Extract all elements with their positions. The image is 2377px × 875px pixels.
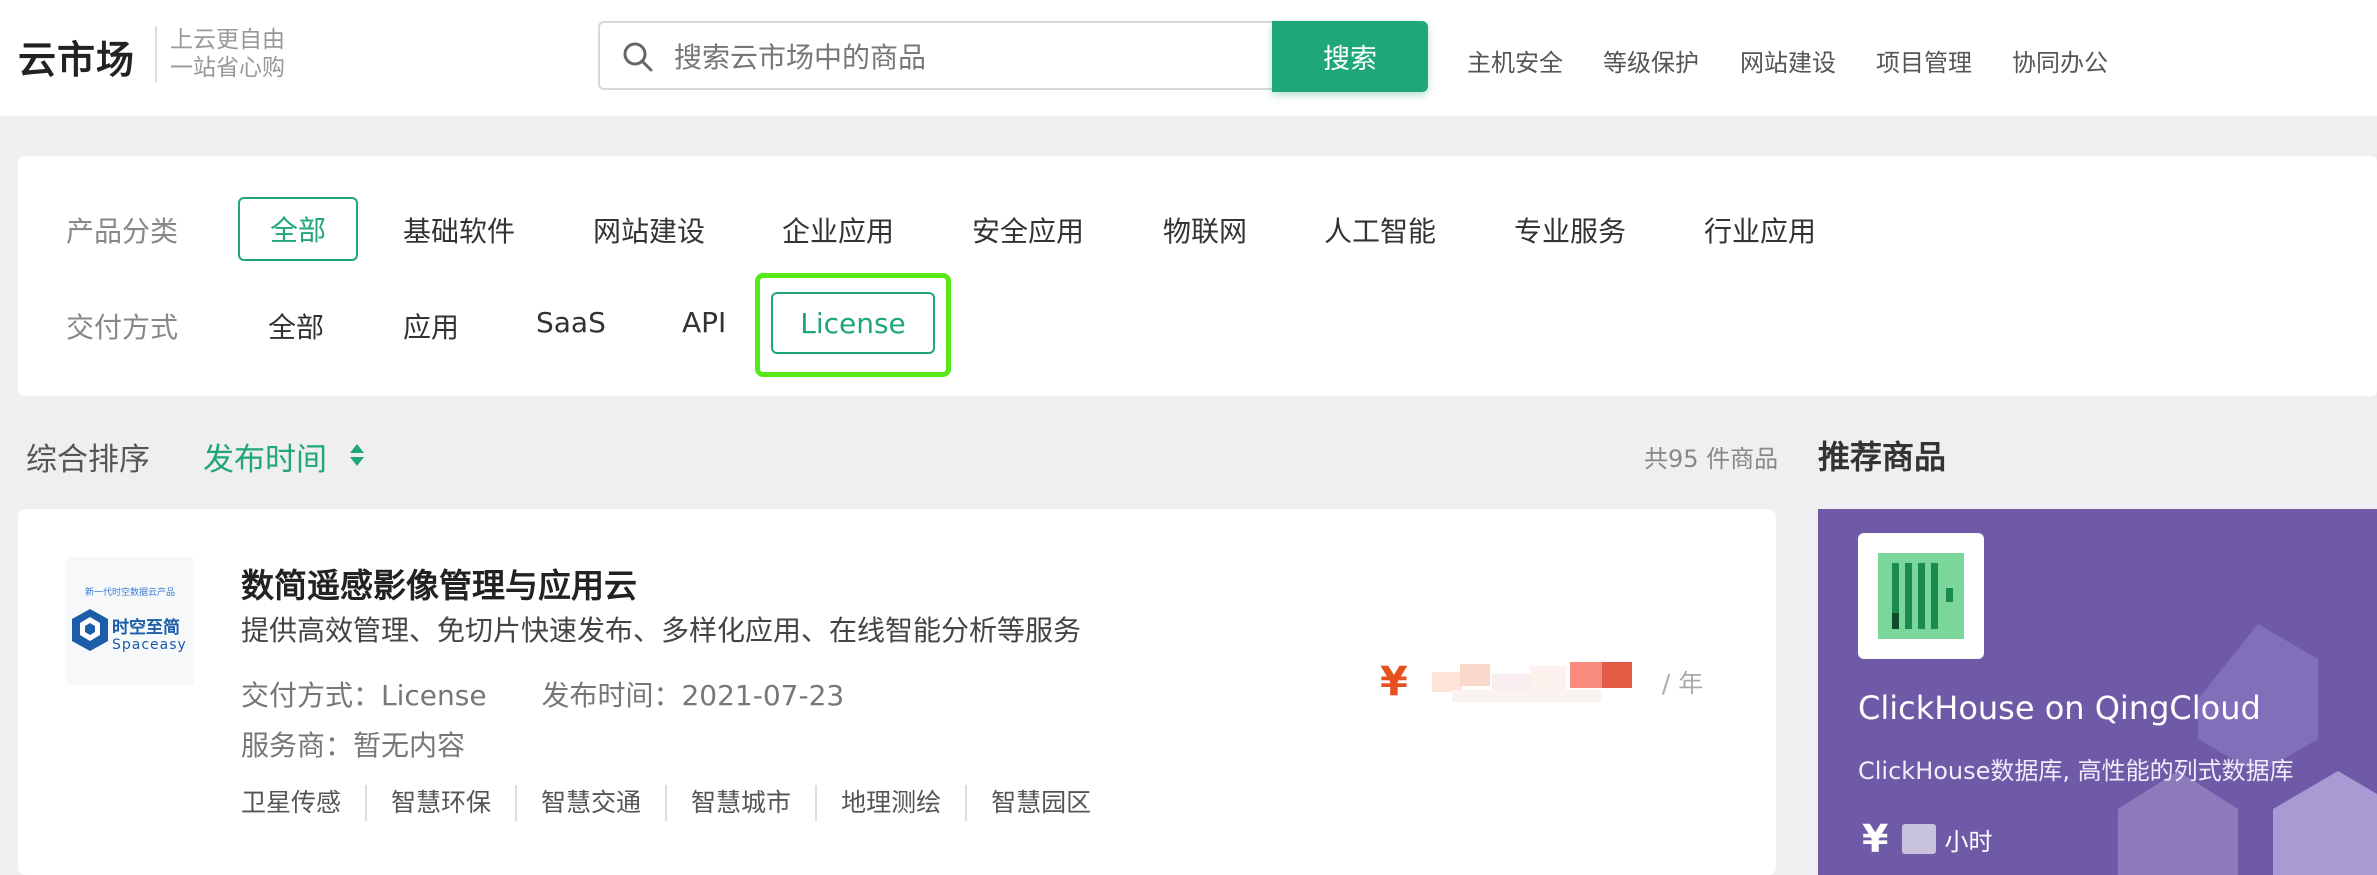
nav-link-website-building[interactable]: 网站建设 (1740, 43, 1836, 78)
tag-item[interactable]: 卫星传感 (241, 785, 365, 821)
category-ai[interactable]: 人工智能 (1324, 210, 1436, 250)
nav-link-level-protection[interactable]: 等级保护 (1603, 43, 1699, 78)
recommend-card[interactable]: ClickHouse on QingCloud ClickHouse数据库, 高… (1818, 509, 2377, 875)
vendor: 服务商：暂无内容 (241, 729, 466, 762)
category-iot[interactable]: 物联网 (1163, 210, 1247, 250)
search-icon (623, 42, 653, 72)
clickhouse-logo[interactable] (1858, 533, 1984, 659)
price-blurred-value (1422, 660, 1648, 704)
product-description: 提供高效管理、免切片快速发布、多样化应用、在线智能分析等服务 (241, 614, 1082, 647)
site-logo[interactable]: 云市场 (18, 29, 135, 84)
tag-item[interactable]: 智慧城市 (665, 785, 815, 821)
price-currency: ¥ (1380, 659, 1408, 705)
nav-link-collaboration[interactable]: 协同办公 (2012, 43, 2108, 78)
license-highlight-outline (755, 273, 951, 377)
tag-item[interactable]: 智慧环保 (365, 785, 515, 821)
sort-toggle-icon[interactable] (348, 441, 366, 469)
nav-link-host-security[interactable]: 主机安全 (1467, 43, 1563, 78)
category-label: 产品分类 (66, 215, 179, 248)
slogan-line-2: 一站省心购 (170, 55, 285, 81)
delivery-method: 交付方式：License (241, 679, 487, 712)
top-header: 云市场 上云更自由 一站省心购 搜索 主机安全 等级保护 网站建设 项目管理 协… (0, 0, 2377, 116)
search-box (598, 21, 1274, 90)
product-meta-row: 交付方式：License 发布时间：2021-07-23 (241, 674, 844, 714)
cube-logo-icon (72, 609, 108, 651)
logo-brand-cn: 时空至简 (112, 618, 180, 638)
recommend-price-unit: 小时 (1944, 827, 1993, 856)
product-title[interactable]: 数简遥感影像管理与应用云 (241, 559, 637, 607)
sort-default[interactable]: 综合排序 (26, 434, 150, 479)
tag-item[interactable]: 地理测绘 (815, 785, 965, 821)
category-industry-apps[interactable]: 行业应用 (1704, 210, 1816, 250)
delivery-app[interactable]: 应用 (403, 306, 459, 346)
price-unit: / 年 (1661, 669, 1704, 698)
search-input[interactable] (672, 29, 1266, 85)
category-enterprise-apps[interactable]: 企业应用 (782, 210, 894, 250)
filter-panel: 产品分类 全部 基础软件 网站建设 企业应用 安全应用 物联网 人工智能 专业服… (18, 156, 2377, 396)
recommend-product-name[interactable]: ClickHouse on QingCloud (1858, 689, 2261, 727)
category-security-apps[interactable]: 安全应用 (972, 210, 1084, 250)
total-count: 共95 件商品 (1644, 445, 1779, 473)
recommend-price-currency: ¥ (1862, 817, 1889, 861)
delivery-api[interactable]: API (682, 306, 726, 339)
slogan-line-1: 上云更自由 (170, 27, 285, 53)
nav-link-project-management[interactable]: 项目管理 (1876, 43, 1972, 78)
slogan: 上云更自由 一站省心购 (170, 26, 285, 82)
delivery-all[interactable]: 全部 (268, 306, 324, 346)
tag-item[interactable]: 智慧园区 (965, 785, 1115, 821)
logo-caption: 新一代时空数据云产品 (84, 588, 175, 598)
delivery-saas[interactable]: SaaS (536, 306, 606, 339)
category-all[interactable]: 全部 (238, 197, 358, 261)
logo-divider (155, 26, 157, 82)
recommend-title: 推荐商品 (1818, 438, 1947, 476)
tag-list: 卫星传感 智慧环保 智慧交通 智慧城市 地理测绘 智慧园区 (241, 785, 1115, 821)
delivery-label: 交付方式 (66, 311, 179, 344)
product-logo[interactable]: 新一代时空数据云产品 时空至简 Spaceasy (66, 557, 194, 685)
recommend-price-blurred-value (1902, 824, 1937, 854)
recommend-product-description: ClickHouse数据库, 高性能的列式数据库 (1858, 757, 2294, 785)
product-price: ¥ / 年 (1380, 659, 1703, 705)
category-website-building[interactable]: 网站建设 (593, 210, 705, 250)
category-basic-software[interactable]: 基础软件 (403, 210, 515, 250)
product-card[interactable]: 新一代时空数据云产品 时空至简 Spaceasy 数简遥感影像管理与应用云 提供… (18, 509, 1776, 875)
tag-item[interactable]: 智慧交通 (515, 785, 665, 821)
release-date: 发布时间：2021-07-23 (541, 679, 845, 712)
clickhouse-bars-icon (1878, 553, 1964, 639)
logo-brand-en: Spaceasy (112, 637, 187, 653)
sort-by-release-time[interactable]: 发布时间 (203, 434, 327, 479)
category-professional-services[interactable]: 专业服务 (1514, 210, 1626, 250)
search-button[interactable]: 搜索 (1272, 21, 1428, 92)
recommend-price: ¥ 小时 (1862, 817, 1992, 861)
